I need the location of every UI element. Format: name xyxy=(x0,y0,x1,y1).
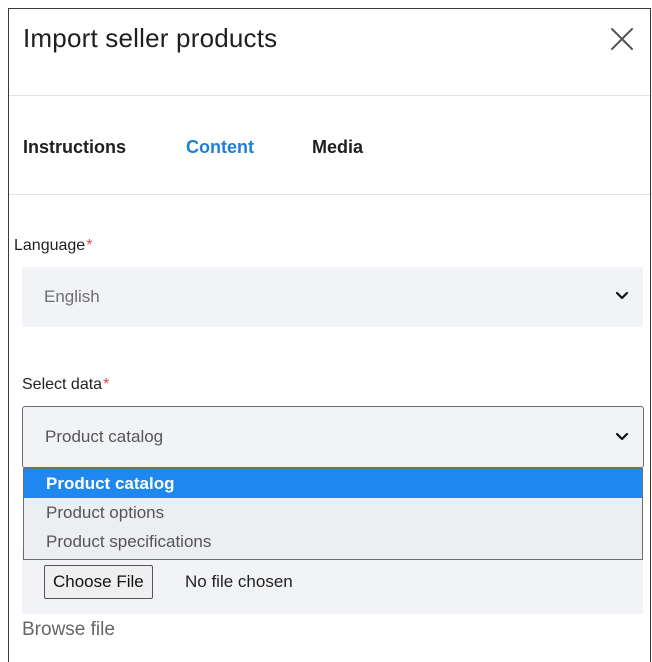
select-data-dropdown: Product catalog Product options Product … xyxy=(23,468,643,560)
tab-content[interactable]: Content xyxy=(186,137,254,158)
required-mark: * xyxy=(86,237,93,254)
language-label: Language* xyxy=(14,237,92,255)
dropdown-option-product-catalog[interactable]: Product catalog xyxy=(24,469,642,498)
select-data-selected-value: Product catalog xyxy=(45,427,164,446)
select-data-select[interactable]: Product catalog xyxy=(22,406,644,468)
chevron-down-icon xyxy=(615,291,629,300)
close-button[interactable] xyxy=(608,25,636,53)
dropdown-option-product-options[interactable]: Product options xyxy=(24,498,642,527)
modal-header: Import seller products xyxy=(9,9,650,96)
chevron-down-icon xyxy=(615,432,629,441)
language-label-text: Language xyxy=(14,237,86,254)
modal-title: Import seller products xyxy=(23,23,278,53)
tab-instructions[interactable]: Instructions xyxy=(23,137,126,158)
tab-media[interactable]: Media xyxy=(312,137,363,158)
browse-file-link[interactable]: Browse file xyxy=(22,619,115,641)
language-select[interactable]: English xyxy=(22,267,643,327)
required-mark: * xyxy=(103,376,110,393)
language-selected-value: English xyxy=(44,287,100,306)
tab-bar: Instructions Content Media xyxy=(9,96,650,195)
file-status: No file chosen xyxy=(185,572,293,591)
select-data-label-text: Select data xyxy=(22,376,103,393)
select-data-label: Select data* xyxy=(22,376,109,394)
dropdown-option-product-specifications[interactable]: Product specifications xyxy=(24,527,642,556)
choose-file-button[interactable]: Choose File xyxy=(44,565,153,599)
close-icon xyxy=(611,28,633,50)
